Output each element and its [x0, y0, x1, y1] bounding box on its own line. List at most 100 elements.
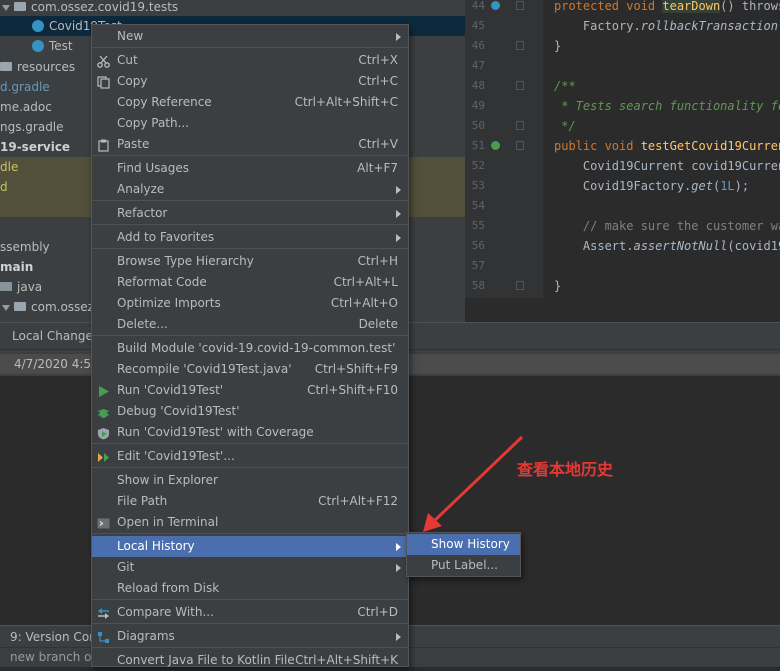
line-number: 56: [471, 239, 485, 252]
menu-item-cut[interactable]: Cut Ctrl+X: [92, 50, 408, 71]
code-line-46: }: [554, 39, 562, 53]
menu-item-shortcut: Ctrl+Alt+F12: [318, 494, 398, 508]
menu-item-shortcut: Ctrl+V: [358, 137, 398, 151]
line-number: 54: [471, 199, 485, 212]
menu-item-edit-covid19test[interactable]: Edit 'Covid19Test'...: [92, 446, 408, 467]
line-number: 57: [471, 259, 485, 272]
fold-icon[interactable]: [516, 81, 524, 90]
menu-item-find-usages[interactable]: Find Usages Alt+F7: [92, 158, 408, 179]
submenu-arrow-icon: [396, 564, 401, 572]
menu-separator: [92, 443, 408, 444]
menu-item-delete[interactable]: Delete... Delete: [92, 314, 408, 335]
menu-item-label: Show in Explorer: [117, 473, 218, 487]
code-editor[interactable]: 44 45 46 47 48 49 50 51 52 53 54 55 56 5…: [465, 0, 780, 298]
debug-icon: [97, 405, 110, 418]
submenu-arrow-icon: [396, 234, 401, 242]
coverage-icon: [97, 426, 110, 440]
menu-item-compare-with[interactable]: Compare With... Ctrl+D: [92, 602, 408, 623]
override-marker-icon[interactable]: [491, 1, 500, 10]
code-line-48: /**: [554, 79, 576, 93]
menu-item-run-covid19test-with-coverage[interactable]: Run 'Covid19Test' with Coverage: [92, 422, 408, 443]
menu-separator: [92, 335, 408, 336]
menu-item-label: Edit 'Covid19Test'...: [117, 449, 235, 463]
menu-item-label: Copy: [117, 74, 148, 88]
line-number: 49: [471, 99, 485, 112]
context-menu: New Cut Ctrl+X Copy Ctrl+C Copy Reference Ctrl…: [91, 24, 409, 667]
line-number: 53: [471, 179, 485, 192]
fold-icon[interactable]: [516, 121, 524, 130]
terminal-icon: [97, 516, 110, 529]
menu-item-label: Git: [117, 560, 135, 574]
code-line-45: Factory.rollbackTransaction(: [554, 19, 780, 33]
line-number: 55: [471, 219, 485, 232]
line-number: 45: [471, 19, 485, 32]
fold-icon[interactable]: [516, 41, 524, 50]
menu-item-copy[interactable]: Copy Ctrl+C: [92, 71, 408, 92]
menu-item-shortcut: Ctrl+Alt+Shift+C: [294, 95, 398, 109]
menu-item-show-in-explorer[interactable]: Show in Explorer: [92, 470, 408, 491]
menu-item-add-to-favorites[interactable]: Add to Favorites: [92, 227, 408, 248]
run-icon: [97, 384, 110, 397]
line-number: 47: [471, 59, 485, 72]
menu-item-shortcut: Ctrl+Alt+Shift+K: [295, 653, 398, 667]
annotation-label: 查看本地历史: [517, 460, 614, 479]
code-line-44: protected void tearDown() throws: [554, 0, 780, 13]
menu-item-shortcut: Ctrl+Alt+L: [333, 275, 398, 289]
menu-item-reload-from-disk[interactable]: Reload from Disk: [92, 578, 408, 599]
menu-item-diagrams[interactable]: Diagrams: [92, 626, 408, 647]
menu-item-label: Optimize Imports: [117, 296, 221, 310]
run-test-gutter-icon[interactable]: [491, 141, 500, 150]
menu-item-run-covid19test[interactable]: Run 'Covid19Test' Ctrl+Shift+F10: [92, 380, 408, 401]
menu-item-label: Paste: [117, 137, 150, 151]
menu-item-open-in-terminal[interactable]: Open in Terminal: [92, 512, 408, 533]
menu-item-copy-path[interactable]: Copy Path...: [92, 113, 408, 134]
menu-item-label: Copy Reference: [117, 95, 212, 109]
menu-separator: [92, 248, 408, 249]
menu-item-recompile-covid19test-java[interactable]: Recompile 'Covid19Test.java' Ctrl+Shift+F…: [92, 359, 408, 380]
line-number: 50: [471, 119, 485, 132]
code-line-51: public void testGetCovid19Current: [554, 139, 780, 153]
menu-item-show-history[interactable]: Show History: [407, 534, 520, 555]
expand-arrow-icon[interactable]: [2, 4, 10, 11]
submenu-arrow-icon: [396, 633, 401, 641]
menu-item-label: Browse Type Hierarchy: [117, 254, 254, 268]
fold-icon[interactable]: [516, 281, 524, 290]
expand-arrow-icon[interactable]: [2, 304, 10, 311]
code-line-49: * Tests search functionality for: [554, 99, 780, 113]
submenu-arrow-icon: [396, 33, 401, 41]
fold-icon[interactable]: [516, 141, 524, 150]
menu-item-git[interactable]: Git: [92, 557, 408, 578]
menu-item-label: Copy Path...: [117, 116, 190, 130]
menu-item-paste[interactable]: Paste Ctrl+V: [92, 134, 408, 155]
menu-item-refactor[interactable]: Refactor: [92, 203, 408, 224]
menu-item-optimize-imports[interactable]: Optimize Imports Ctrl+Alt+O: [92, 293, 408, 314]
menu-item-label: Diagrams: [117, 629, 175, 643]
tree-item[interactable]: com.ossez.covid19.tests: [0, 0, 465, 17]
tab-local-changes[interactable]: Local Changes: [12, 329, 99, 343]
menu-item-shortcut: Ctrl+D: [357, 605, 398, 619]
menu-item-shortcut: Alt+F7: [357, 161, 398, 175]
fold-icon[interactable]: [516, 1, 524, 10]
line-number: 48: [471, 79, 485, 92]
menu-item-label: Cut: [117, 53, 138, 67]
menu-item-build-module-covid-19-covid-19-common-test[interactable]: Build Module 'covid-19.covid-19-common.t…: [92, 338, 408, 359]
java-class-icon: [32, 39, 44, 52]
menu-item-new[interactable]: New: [92, 26, 408, 47]
line-number: 52: [471, 159, 485, 172]
menu-item-put-label[interactable]: Put Label...: [407, 555, 520, 576]
menu-item-debug-covid19test[interactable]: Debug 'Covid19Test': [92, 401, 408, 422]
menu-item-shortcut: Ctrl+Alt+O: [330, 296, 398, 310]
code-line-56: Assert.assertNotNull(covid19C: [554, 239, 780, 253]
menu-item-browse-type-hierarchy[interactable]: Browse Type Hierarchy Ctrl+H: [92, 251, 408, 272]
menu-item-label: File Path: [117, 494, 168, 508]
menu-separator: [92, 647, 408, 648]
menu-item-convert-java-file-to-kotlin-file[interactable]: Convert Java File to Kotlin File Ctrl+Alt…: [92, 650, 408, 671]
menu-item-analyze[interactable]: Analyze: [92, 179, 408, 200]
menu-item-label: Debug 'Covid19Test': [117, 404, 240, 418]
menu-item-label: Compare With...: [117, 605, 214, 619]
menu-item-reformat-code[interactable]: Reformat Code Ctrl+Alt+L: [92, 272, 408, 293]
menu-item-label: Convert Java File to Kotlin File: [117, 653, 295, 667]
menu-item-file-path[interactable]: File Path Ctrl+Alt+F12: [92, 491, 408, 512]
menu-item-copy-reference[interactable]: Copy Reference Ctrl+Alt+Shift+C: [92, 92, 408, 113]
menu-item-local-history[interactable]: Local History: [92, 536, 408, 557]
